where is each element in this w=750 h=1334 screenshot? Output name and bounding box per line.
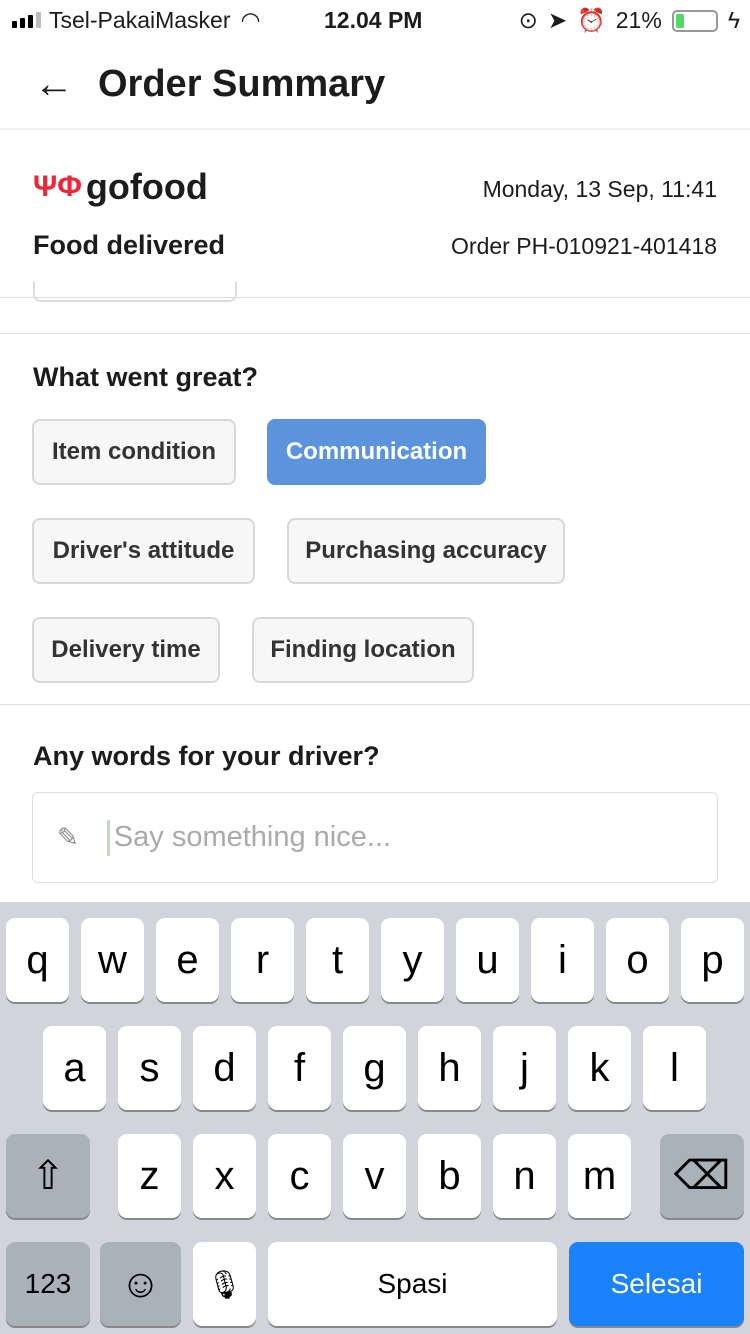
order-id: Order PH-010921-401418 xyxy=(451,233,717,259)
key-o[interactable]: o xyxy=(606,918,669,1002)
key-x[interactable]: x xyxy=(193,1134,256,1218)
key-h[interactable]: h xyxy=(418,1026,481,1110)
order-status: Food delivered xyxy=(33,230,226,260)
driver-note-input[interactable]: ✎ Say something nice... xyxy=(32,792,718,883)
key-z[interactable]: z xyxy=(118,1134,181,1218)
charging-icon: ϟ xyxy=(727,7,740,33)
page-title: Order Summary xyxy=(98,62,386,105)
order-date: Monday, 13 Sep, 11:41 xyxy=(482,176,717,202)
key-e[interactable]: e xyxy=(156,918,219,1002)
app-header: ← Order Summary xyxy=(0,40,750,130)
key-n[interactable]: n xyxy=(493,1134,556,1218)
chip-drivers-attitude[interactable]: Driver's attitude xyxy=(32,518,255,584)
key-g[interactable]: g xyxy=(343,1026,406,1110)
done-key[interactable]: Selesai xyxy=(569,1242,744,1326)
gofood-logo: ΨΦ gofood xyxy=(33,166,208,207)
key-a[interactable]: a xyxy=(43,1026,106,1110)
emoji-key-icon[interactable]: ☺ xyxy=(100,1242,181,1326)
key-i[interactable]: i xyxy=(531,918,594,1002)
key-u[interactable]: u xyxy=(456,918,519,1002)
chip-delivery-time[interactable]: Delivery time xyxy=(32,617,220,683)
key-p[interactable]: p xyxy=(681,918,744,1002)
key-m[interactable]: m xyxy=(568,1134,631,1218)
order-card: ΨΦ gofood Monday, 13 Sep, 11:41 Food deli… xyxy=(0,130,750,298)
space-key[interactable]: Spasi xyxy=(268,1242,557,1326)
section-title: Any words for your driver? xyxy=(33,741,380,771)
text-caret xyxy=(106,819,110,856)
key-q[interactable]: q xyxy=(6,918,69,1002)
battery-percent: 21% xyxy=(615,7,662,33)
key-t[interactable]: t xyxy=(306,918,369,1002)
pencil-icon: ✎ xyxy=(57,822,79,852)
signal-icon xyxy=(12,12,41,28)
clock: 12.04 PM xyxy=(324,7,423,33)
keyboard: q w e r t y u i o p a s d f g h j k l z x c v b n m ⇧ ⌫ 123 ☺ 🎙 Spasi Se… xyxy=(0,902,750,1334)
location-icon: ➤ xyxy=(547,7,568,33)
key-w[interactable]: w xyxy=(81,918,144,1002)
battery-icon xyxy=(671,9,718,32)
alarm-icon: ⏰ xyxy=(577,7,606,33)
wifi-icon: ◠ xyxy=(240,6,261,33)
key-d[interactable]: d xyxy=(193,1026,256,1110)
numbers-key[interactable]: 123 xyxy=(6,1242,90,1326)
shift-key-icon[interactable]: ⇧ xyxy=(6,1134,90,1218)
back-arrow-icon[interactable]: ← xyxy=(34,62,74,107)
chip-purchasing-accuracy[interactable]: Purchasing accuracy xyxy=(287,518,565,584)
chip-communication[interactable]: Communication xyxy=(267,419,486,485)
key-b[interactable]: b xyxy=(418,1134,481,1218)
fork-spoon-icon: ΨΦ xyxy=(33,170,82,203)
key-j[interactable]: j xyxy=(493,1026,556,1110)
delete-key-icon[interactable]: ⌫ xyxy=(660,1134,744,1218)
key-k[interactable]: k xyxy=(568,1026,631,1110)
chip-finding-location[interactable]: Finding location xyxy=(252,617,474,683)
key-r[interactable]: r xyxy=(231,918,294,1002)
key-f[interactable]: f xyxy=(268,1026,331,1110)
carrier: Tsel-PakaiMasker xyxy=(49,6,231,33)
section-title: What went great? xyxy=(33,362,259,392)
key-s[interactable]: s xyxy=(118,1026,181,1110)
microphone-key-icon[interactable]: 🎙 xyxy=(193,1242,256,1326)
rotation-lock-icon: ⊙ xyxy=(518,7,538,33)
key-l[interactable]: l xyxy=(643,1026,706,1110)
status-bar: Tsel-PakaiMasker ◠ 12.04 PM ⊙ ➤ ⏰ 21% ϟ xyxy=(0,0,750,40)
chip-item-condition[interactable]: Item condition xyxy=(32,419,236,485)
key-v[interactable]: v xyxy=(343,1134,406,1218)
partial-chip xyxy=(33,282,237,302)
key-c[interactable]: c xyxy=(268,1134,331,1218)
key-y[interactable]: y xyxy=(381,918,444,1002)
placeholder: Say something nice... xyxy=(113,821,392,853)
